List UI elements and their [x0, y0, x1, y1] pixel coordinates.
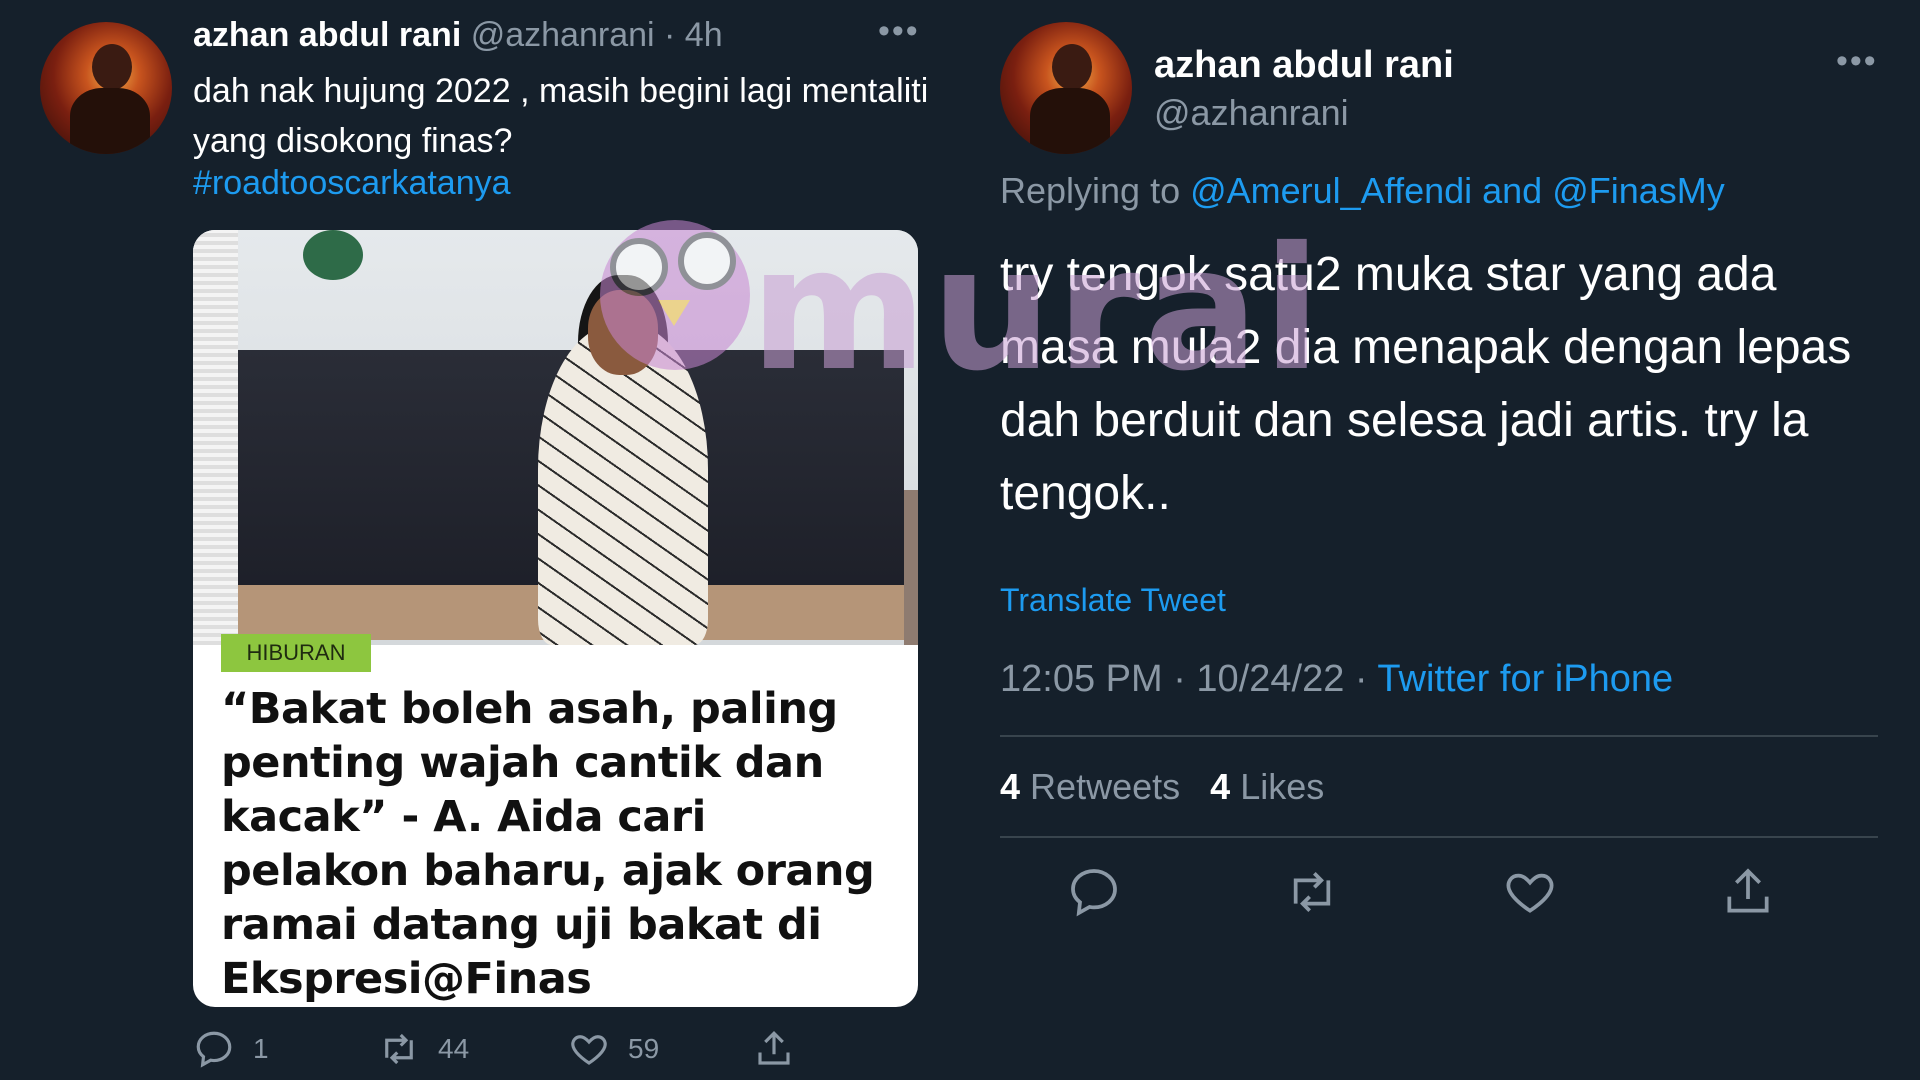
retweets-label: Retweets	[1030, 766, 1181, 807]
share-button[interactable]	[1720, 864, 1776, 920]
replying-to: Replying to @Amerul_Affendi and @FinasMy	[1000, 170, 1725, 212]
share-icon	[1727, 868, 1769, 913]
like-button[interactable]: 59	[568, 1028, 659, 1070]
left-tweet: azhan abdul rani @azhanrani · 4h ••• dah…	[0, 0, 960, 1080]
tweet-header: azhan abdul rani @azhanrani · 4h	[193, 16, 723, 55]
heart-icon	[571, 1035, 607, 1065]
timestamp-text[interactable]: 12:05 PM · 10/24/22 ·	[1000, 658, 1377, 700]
tweet-actions: 1 44 59	[193, 1028, 933, 1072]
media-card[interactable]: HIBURAN “Bakat boleh asah, paling pentin…	[193, 230, 918, 1007]
retweet-button[interactable]: 44	[378, 1028, 469, 1070]
divider	[1000, 735, 1878, 737]
divider	[1000, 836, 1878, 838]
source-link[interactable]: Twitter for iPhone	[1377, 658, 1673, 700]
likes-count: 4	[1210, 766, 1231, 807]
reply-icon	[196, 1031, 232, 1068]
handle[interactable]: @azhanrani	[1154, 92, 1349, 134]
reply-count: 1	[253, 1033, 269, 1064]
retweet-button[interactable]	[1284, 864, 1340, 920]
replying-mentions[interactable]: @Amerul_Affendi and @FinasMy	[1190, 170, 1725, 211]
retweets-stat[interactable]: 4 Retweets	[1000, 766, 1180, 807]
retweets-count: 4	[1000, 766, 1021, 807]
likes-stat[interactable]: 4 Likes	[1210, 766, 1324, 807]
right-tweet: azhan abdul rani @azhanrani ••• Replying…	[960, 0, 1920, 1080]
news-photo	[193, 230, 918, 645]
retweet-count: 44	[438, 1033, 470, 1064]
retweet-icon	[385, 1033, 413, 1065]
translate-tweet-link[interactable]: Translate Tweet	[1000, 582, 1226, 619]
display-name[interactable]: azhan abdul rani	[193, 16, 461, 54]
avatar[interactable]	[40, 22, 172, 154]
tweet-text: try tengok satu2 muka star yang ada masa…	[1000, 248, 1852, 520]
reply-button[interactable]	[1066, 864, 1122, 920]
handle-and-time[interactable]: @azhanrani · 4h	[471, 16, 723, 54]
hashtag-link[interactable]: #roadtooscarkatanya	[193, 164, 511, 203]
tweet-timestamp: 12:05 PM · 10/24/22 · Twitter for iPhone	[1000, 658, 1673, 701]
category-badge: HIBURAN	[221, 634, 371, 672]
heart-icon	[1506, 873, 1554, 913]
share-button[interactable]	[753, 1028, 813, 1070]
tweet-text: dah nak hujung 2022 , masih begini lagi …	[193, 72, 929, 160]
retweet-icon	[1293, 872, 1331, 912]
replying-prefix: Replying to	[1000, 170, 1191, 211]
reply-button[interactable]: 1	[193, 1028, 269, 1070]
display-name[interactable]: azhan abdul rani	[1154, 44, 1454, 87]
starbucks-logo-icon	[303, 230, 363, 280]
avatar[interactable]	[1000, 22, 1132, 154]
like-count: 59	[628, 1033, 660, 1064]
more-options-icon[interactable]: •••	[1836, 42, 1878, 81]
news-headline: “Bakat boleh asah, paling penting wajah …	[221, 684, 875, 1004]
share-icon	[758, 1031, 790, 1065]
tweet-actions	[1000, 864, 1878, 924]
like-button[interactable]	[1502, 864, 1558, 920]
reply-icon	[1071, 869, 1117, 917]
more-options-icon[interactable]: •••	[878, 12, 920, 51]
likes-label: Likes	[1240, 766, 1325, 807]
engagement-stats: 4 Retweets 4 Likes	[1000, 766, 1324, 808]
